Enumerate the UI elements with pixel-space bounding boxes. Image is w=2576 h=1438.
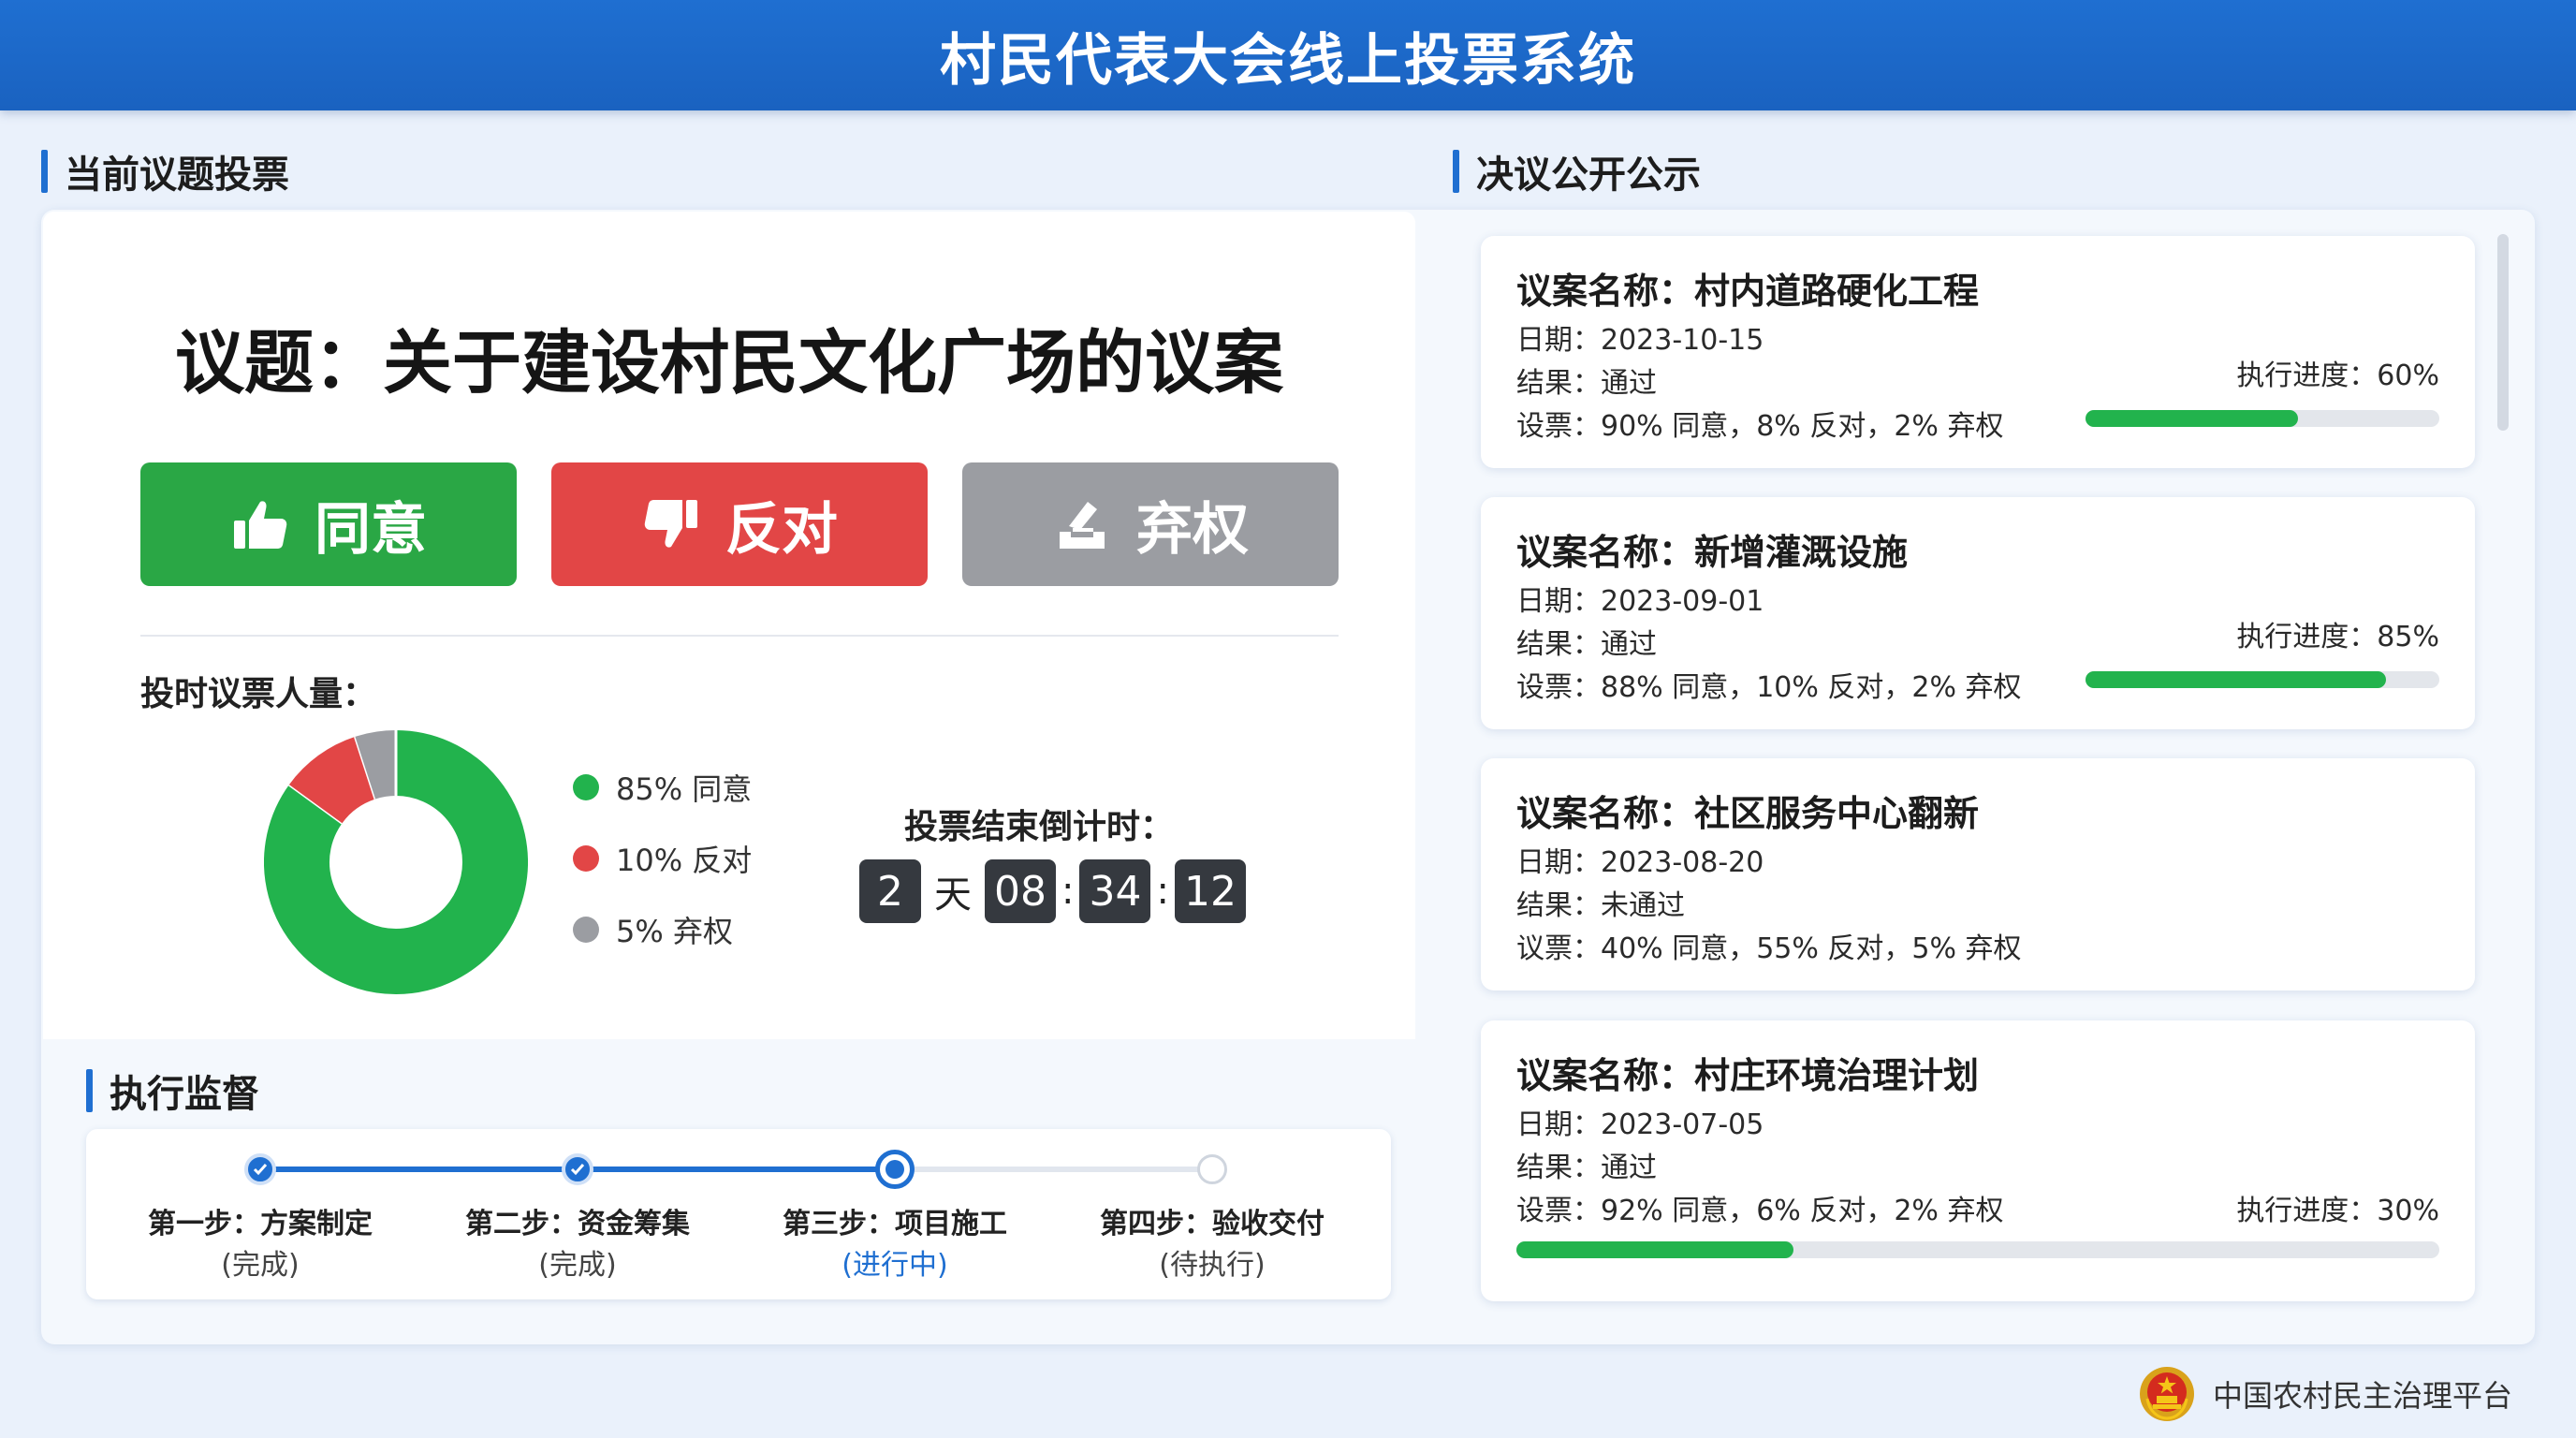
resolution-card[interactable]: 议案名称：村庄环境治理计划 日期：2023-07-05 结果：通过 设票：92%… xyxy=(1481,1020,2475,1301)
pending-step-icon xyxy=(1197,1154,1227,1184)
countdown-separator: : xyxy=(1156,870,1169,913)
progress-fill xyxy=(1516,1241,1793,1258)
exec-progress-card: 第一步：方案制定 (完成) 第二步：资金筹集 (完成) 第三步：项目施工 (进行… xyxy=(86,1129,1391,1299)
agree-button[interactable]: 同意 xyxy=(140,462,517,586)
countdown-hours: 08 xyxy=(985,859,1056,923)
exec-section-title: 执行监督 xyxy=(86,1064,259,1118)
resolution-card[interactable]: 议案名称：社区服务中心翻新 日期：2023-08-20 结果：未通过 议票：40… xyxy=(1481,758,2475,990)
countdown-separator: : xyxy=(1061,870,1075,913)
footer: 中国农村民主治理平台 xyxy=(2138,1365,2512,1423)
vote-count-label: 投时议票人量： xyxy=(140,675,377,713)
app-title: 村民代表大会线上投票系统 xyxy=(940,27,1636,94)
countdown-timer: 2 天 08 : 34 : 12 xyxy=(859,859,1246,923)
vote-donut-chart xyxy=(264,730,528,994)
section-marker xyxy=(1453,150,1459,193)
countdown-day-unit: 天 xyxy=(934,873,972,917)
ballot-icon xyxy=(1052,494,1112,554)
check-icon xyxy=(562,1153,593,1185)
national-emblem-icon xyxy=(2139,1367,2194,1421)
resolution-card[interactable]: 议案名称：新增灌溉设施 日期：2023-09-01 结果：通过 设票：88% 同… xyxy=(1481,497,2475,729)
divider xyxy=(140,635,1339,637)
thumbs-down-icon xyxy=(641,494,701,554)
legend-dot xyxy=(573,917,599,943)
abstain-button[interactable]: 弃权 xyxy=(962,462,1339,586)
progress-fill xyxy=(2086,410,2298,427)
resolutions-section-title: 决议公开公示 xyxy=(1453,144,1701,198)
resolution-card[interactable]: 议案名称：村内道路硬化工程 日期：2023-10-15 结果：通过 设票：90%… xyxy=(1481,236,2475,468)
current-step-icon xyxy=(875,1150,915,1189)
check-icon xyxy=(244,1153,276,1185)
section-marker xyxy=(86,1069,93,1112)
current-vote-section-title: 当前议题投票 xyxy=(41,144,289,198)
countdown-label: 投票结束倒计时： xyxy=(904,808,1175,846)
resolutions-scrollbar[interactable] xyxy=(2497,234,2509,431)
legend-dot xyxy=(573,774,599,800)
progress-bar xyxy=(2086,410,2439,427)
vote-card: 议题：关于建设村民文化广场的议案 同意 反对 弃权 投时议票人量： 85% 同意… xyxy=(43,212,1415,1039)
section-marker xyxy=(41,150,48,193)
legend-item-oppose: 10% 反对 xyxy=(573,841,752,878)
legend-item-agree: 85% 同意 xyxy=(573,770,752,807)
app-header: 村民代表大会线上投票系统 xyxy=(0,0,2576,110)
vote-legend: 85% 同意 10% 反对 5% 弃权 xyxy=(573,770,752,983)
countdown-minutes: 34 xyxy=(1079,859,1151,923)
thumbs-up-icon xyxy=(230,494,290,554)
progress-fill xyxy=(2086,671,2387,688)
donut-slice-2 xyxy=(355,730,398,800)
oppose-button[interactable]: 反对 xyxy=(551,462,928,586)
platform-name: 中国农村民主治理平台 xyxy=(2212,1378,2512,1414)
legend-dot xyxy=(573,845,599,872)
progress-bar xyxy=(1516,1241,2439,1258)
legend-item-abstain: 5% 弃权 xyxy=(573,912,752,949)
countdown-days: 2 xyxy=(859,859,921,923)
countdown-seconds: 12 xyxy=(1174,859,1246,923)
progress-bar xyxy=(2086,671,2439,688)
donut-slice-1 xyxy=(288,736,377,825)
topic-title: 议题：关于建设村民文化广场的议案 xyxy=(175,323,1283,404)
step-track xyxy=(260,1167,1209,1172)
